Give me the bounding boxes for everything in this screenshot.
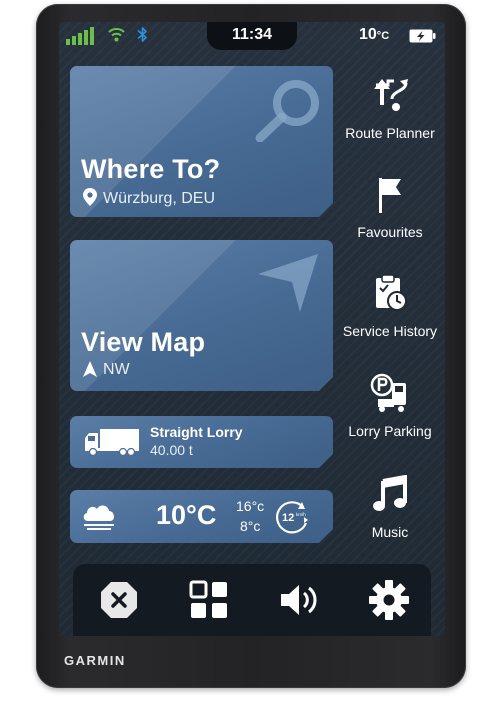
where-to-title: Where To?: [81, 154, 221, 184]
route-planner-icon: [374, 79, 408, 111]
where-to-card[interactable]: Where To? Würzburg, DEU: [70, 66, 333, 217]
favourites-label: Favourites: [357, 224, 423, 240]
heading-arrow-icon: [83, 361, 97, 377]
cloud-icon: [81, 501, 117, 533]
weather-high: 16°c: [236, 498, 265, 514]
wind-speed-icon: 12 km/h: [273, 499, 311, 535]
current-location: Würzburg, DEU: [83, 188, 215, 208]
apps-grid-icon[interactable]: [187, 578, 231, 622]
music-label: Music: [371, 524, 409, 540]
weather-card[interactable]: 10°C 16°c 8°c 12 km/h: [70, 490, 333, 543]
gear-icon[interactable]: [367, 578, 411, 622]
wind-speed-unit: km/h: [296, 512, 306, 517]
status-temperature: 10°C: [359, 26, 389, 44]
device-screen: 11:34 10°C Where To? Würzburg, DEU View …: [59, 22, 445, 636]
view-map-card[interactable]: View Map NW: [70, 240, 333, 391]
status-temperature-value: 10: [359, 26, 377, 43]
clipboard-clock-icon: [376, 274, 407, 311]
service-history-label: Service History: [342, 323, 438, 339]
volume-icon[interactable]: [277, 578, 321, 622]
route-planner-label: Route Planner: [345, 125, 435, 141]
view-map-title: View Map: [81, 327, 206, 357]
service-history-button[interactable]: Service History: [335, 267, 445, 363]
bottom-dock: [73, 564, 431, 636]
vehicle-name: Straight Lorry: [150, 424, 243, 440]
flag-icon: [379, 178, 401, 213]
vehicle-weight: 40.00 t: [150, 442, 193, 458]
current-location-text: Würzburg, DEU: [103, 190, 216, 207]
brand-logo: GARMIN: [64, 653, 126, 668]
lorry-parking-icon: [370, 373, 406, 412]
music-note-icon: [373, 475, 407, 511]
cell-signal-icon: [66, 27, 94, 45]
location-pin-icon: [83, 188, 97, 206]
status-bar: 11:34 10°C: [59, 22, 445, 50]
music-button[interactable]: Music: [335, 467, 445, 563]
battery-charging-icon: [409, 29, 436, 43]
heading: NW: [83, 361, 130, 379]
navigation-arrow-icon: [254, 250, 322, 314]
wifi-icon: [108, 28, 125, 42]
search-icon: [252, 76, 324, 142]
vehicle-profile-card[interactable]: Straight Lorry 40.00 t: [70, 416, 333, 468]
route-planner-button[interactable]: Route Planner: [335, 67, 445, 163]
wind-speed-value: 12: [282, 512, 294, 524]
lorry-parking-button[interactable]: Lorry Parking: [335, 367, 445, 463]
clock: 11:34: [207, 22, 297, 50]
close-icon[interactable]: [97, 578, 141, 622]
heading-text: NW: [103, 361, 130, 378]
lorry-icon: [84, 428, 140, 456]
lorry-parking-label: Lorry Parking: [348, 423, 432, 439]
status-temperature-unit: °C: [376, 30, 390, 42]
bluetooth-icon: [137, 27, 147, 42]
weather-low: 8°c: [240, 518, 261, 534]
favourites-button[interactable]: Favourites: [335, 167, 445, 263]
weather-temperature: 10°C: [156, 500, 217, 530]
